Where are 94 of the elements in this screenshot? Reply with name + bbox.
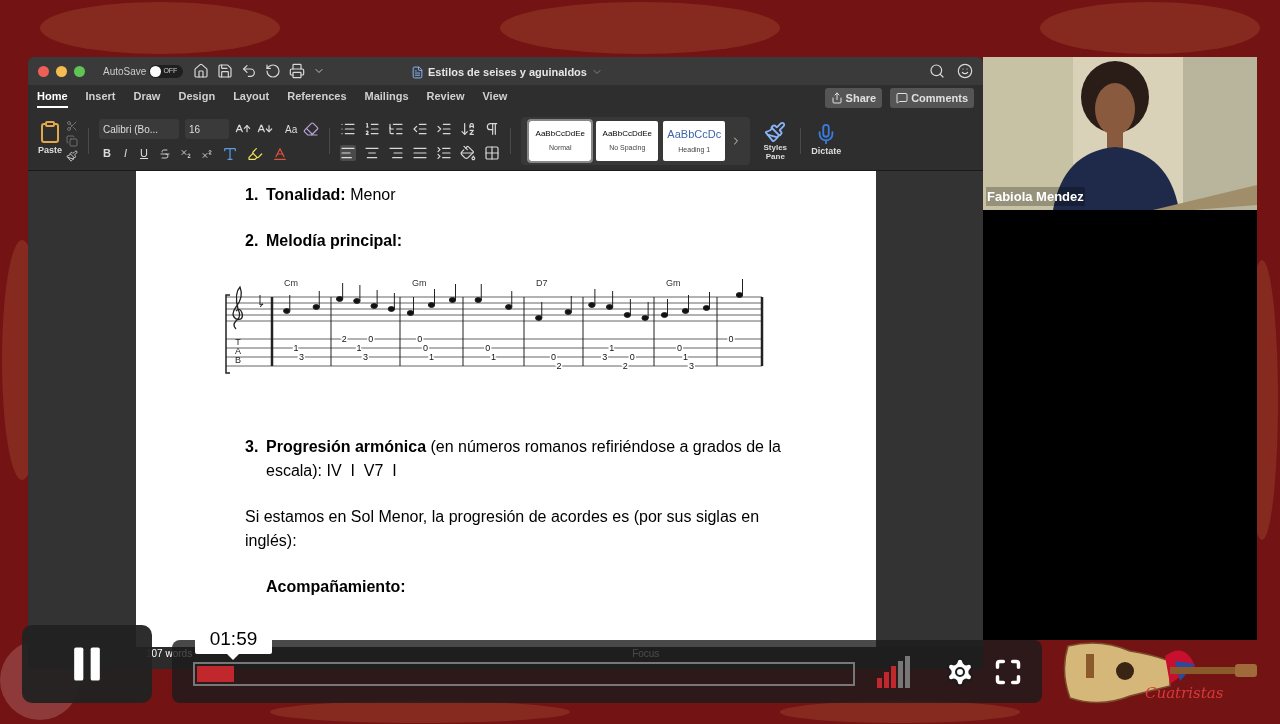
paragraph: Si estamos en Sol Menor, la progresión de acordes es (por sus siglas en inglés): (245, 507, 761, 551)
font-name-field[interactable]: Calibri (Bo... (99, 119, 180, 140)
window-title: Estilos de seises y aguinaldos (428, 65, 587, 80)
minimize-window-button[interactable] (56, 65, 67, 77)
share-button[interactable]: Share (824, 88, 883, 108)
styles-pane-button[interactable]: Styles Pane (760, 120, 791, 161)
clear-formatting-icon[interactable] (303, 121, 320, 138)
tab-number: 2 (341, 334, 347, 344)
tab-number: 1 (293, 343, 299, 353)
tab-number: 3 (363, 352, 368, 362)
comments-button[interactable]: Comments (890, 88, 974, 108)
tab-number: 3 (602, 352, 608, 362)
numbering-icon[interactable] (364, 120, 381, 137)
close-window-button[interactable] (38, 65, 49, 77)
tab-number: 0 (677, 343, 683, 353)
ribbon-tab[interactable]: References (287, 87, 347, 109)
tab-number: 0 (423, 343, 429, 353)
change-case-button[interactable]: Aa (285, 121, 298, 137)
paste-button[interactable]: Paste (38, 119, 63, 157)
strikethrough-icon[interactable] (159, 147, 171, 160)
tab-number: 2 (622, 361, 628, 371)
tab-number: 0 (417, 334, 423, 344)
tab-number: 1 (609, 343, 615, 353)
format-button[interactable]: U (138, 145, 150, 162)
format-button[interactable]: I (122, 145, 130, 162)
list-number: 1. (245, 185, 260, 205)
ribbon-tab[interactable]: Draw (133, 87, 161, 109)
line-spacing-icon[interactable] (436, 144, 453, 161)
search-icon[interactable] (929, 63, 945, 79)
chord-label: Gm (412, 278, 427, 288)
ribbon-tab[interactable]: Layout (233, 87, 270, 109)
list-item-text: Melodía principal: (266, 231, 403, 251)
list-number: 3. (245, 437, 260, 457)
subscript-icon[interactable] (180, 147, 192, 160)
ribbon-tab[interactable]: View (482, 87, 508, 109)
tab-number: 2 (556, 361, 562, 371)
ribbon-tab[interactable]: Design (178, 87, 216, 109)
ribbon-tab[interactable]: Home (37, 87, 68, 109)
list-item-text: Progresión armónica (en números romanos refiriéndose a grados de la escala): IV I V7 I (266, 437, 782, 481)
ribbon-tab[interactable]: Insert (85, 87, 116, 109)
tab-number: 0 (485, 343, 491, 353)
sort-icon[interactable] (460, 120, 477, 137)
home-icon[interactable] (193, 63, 210, 79)
tab-clef-letter: T (235, 337, 241, 347)
tab-number: 0 (368, 334, 374, 344)
borders-icon[interactable] (484, 144, 501, 161)
tab-number: 1 (491, 352, 496, 362)
ribbon-tab[interactable]: Review (426, 87, 465, 109)
brand-name: Cuatristas (1145, 683, 1224, 704)
comment-icon (896, 92, 909, 104)
tab-number: 3 (299, 352, 304, 362)
format-button[interactable]: B (101, 145, 113, 162)
list-number: 2. (245, 231, 260, 251)
chord-label: Gm (666, 278, 681, 288)
paintbrush-icon (764, 120, 787, 143)
tab-clef-letter: B (235, 355, 241, 365)
tab-number: 1 (356, 343, 362, 353)
cut-icon[interactable] (66, 119, 79, 132)
chord-label: D7 (536, 278, 548, 288)
tab-number: 0 (551, 352, 556, 362)
progress-track[interactable] (193, 661, 855, 686)
fullscreen-icon[interactable] (994, 657, 1022, 686)
participant-name: Fabiola Mendez (986, 186, 1085, 206)
tab-number: 1 (683, 352, 688, 362)
redo-icon[interactable] (265, 63, 282, 79)
dictate-button[interactable]: Dictate (811, 122, 842, 159)
format-painter-icon[interactable] (66, 149, 79, 162)
tab-number: 3 (688, 361, 694, 371)
font-size-field[interactable]: 16 (185, 119, 230, 140)
clipboard-icon (38, 119, 62, 144)
signal-icon (877, 655, 912, 688)
superscript-icon[interactable] (201, 147, 213, 160)
smiley-icon[interactable] (957, 63, 973, 79)
share-icon (830, 92, 843, 104)
tab-number: 0 (629, 352, 635, 362)
autosave-label: AutoSave (103, 64, 147, 79)
chord-label: Cm (284, 278, 298, 288)
tab-clef-letter: A (235, 346, 241, 356)
list-item-text: Acompañamiento: (266, 577, 407, 597)
save-icon[interactable] (217, 63, 234, 79)
tooltip-pointer (227, 654, 239, 660)
align-left-icon[interactable] (340, 144, 357, 161)
undo-icon[interactable] (241, 63, 258, 79)
print-icon[interactable] (289, 63, 306, 79)
list-item-text: Tonalidad: Menor (266, 185, 397, 205)
document-icon (411, 65, 424, 79)
zoom-window-button[interactable] (74, 65, 85, 77)
tab-number: 1 (429, 352, 434, 362)
font-color-icon[interactable] (272, 145, 288, 162)
text-effects-icon[interactable] (222, 145, 238, 162)
highlighter-icon[interactable] (247, 145, 263, 162)
ribbon-tab[interactable]: Mailings (364, 87, 409, 109)
tab-number: 0 (728, 334, 734, 344)
shading-icon[interactable] (460, 144, 477, 161)
